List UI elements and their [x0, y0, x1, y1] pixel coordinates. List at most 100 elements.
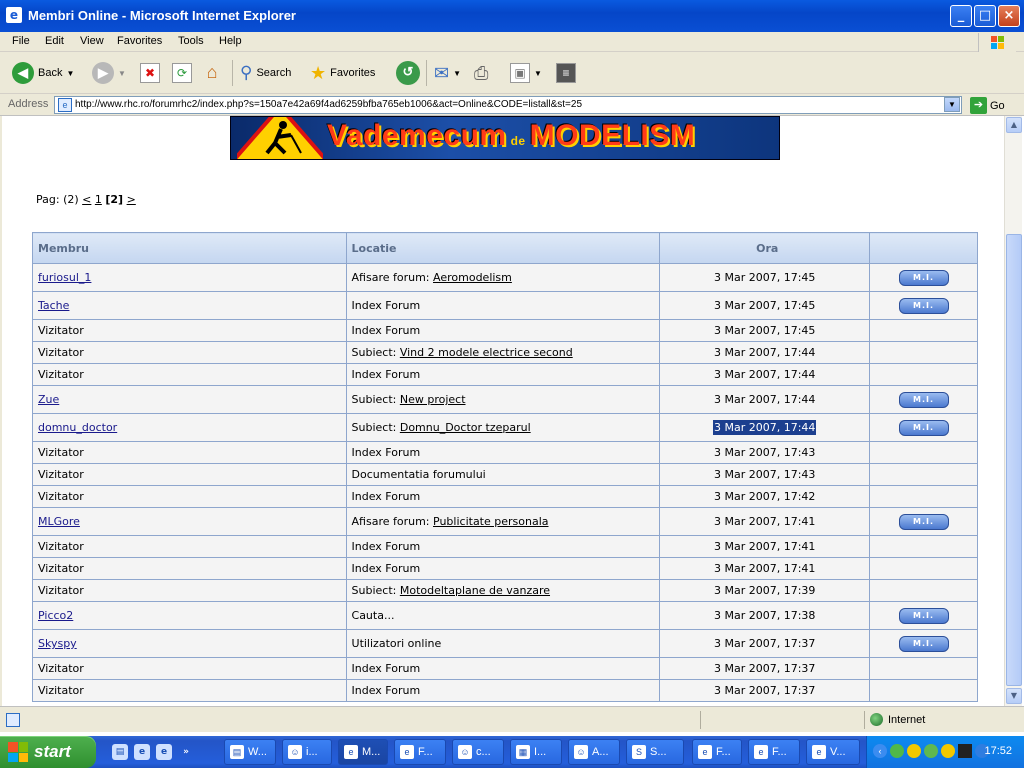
- ie-quicklaunch-icon[interactable]: e: [134, 744, 150, 760]
- menu-file[interactable]: File: [12, 35, 30, 47]
- member-name: Vizitator: [38, 662, 84, 675]
- location-link[interactable]: New project: [400, 393, 466, 406]
- taskbar-button[interactable]: ▦ I...: [510, 739, 562, 765]
- member-link[interactable]: Tache: [38, 299, 69, 312]
- taskbar-button[interactable]: e F...: [692, 739, 742, 765]
- menu-tools[interactable]: Tools: [178, 35, 204, 47]
- tray-yahoo-icon[interactable]: [907, 744, 921, 758]
- search-button[interactable]: ⚲ Search: [240, 60, 291, 86]
- pagination-prev[interactable]: <: [82, 193, 91, 206]
- go-button[interactable]: ➔ Go: [970, 97, 1005, 114]
- forward-dropdown-icon[interactable]: ▼: [118, 69, 126, 78]
- home-button[interactable]: ⌂: [202, 60, 222, 86]
- menu-help[interactable]: Help: [219, 35, 242, 47]
- taskbar-button-label: I...: [534, 746, 547, 758]
- taskbar-button[interactable]: e M...: [338, 739, 388, 765]
- taskbar-button[interactable]: e F...: [748, 739, 800, 765]
- address-dropdown-icon[interactable]: ▼: [944, 97, 960, 112]
- taskbar-button[interactable]: S S...: [626, 739, 684, 765]
- location-link[interactable]: Aeromodelism: [433, 271, 512, 284]
- save-icon[interactable]: ▤: [112, 744, 128, 760]
- research-button[interactable]: ≡: [556, 60, 576, 86]
- member-name: Vizitator: [38, 684, 84, 697]
- zone-label: Internet: [888, 713, 926, 726]
- site-banner[interactable]: Vademecum de MODELISM: [230, 116, 780, 160]
- mi-button[interactable]: M.I.: [898, 269, 949, 286]
- tray-smiley-icon[interactable]: [941, 744, 955, 758]
- mi-button[interactable]: M.I.: [898, 419, 949, 436]
- history-button[interactable]: ↺: [396, 60, 420, 86]
- member-link[interactable]: Zue: [38, 393, 59, 406]
- mail-button[interactable]: ✉ ▼: [434, 60, 461, 86]
- menu-favorites[interactable]: Favorites: [117, 35, 162, 47]
- mi-button[interactable]: M.I.: [898, 513, 949, 530]
- location-text: Subiect:: [351, 346, 400, 359]
- taskbar-button[interactable]: ☺ A...: [568, 739, 620, 765]
- table-row: Vizitator Index Forum 3 Mar 2007, 17:37: [32, 657, 978, 680]
- window-titlebar[interactable]: e Membri Online - Microsoft Internet Exp…: [0, 0, 1024, 32]
- member-link[interactable]: furiosul_1: [38, 271, 91, 284]
- member-name: Vizitator: [38, 468, 84, 481]
- tray-monitor-icon[interactable]: [958, 744, 972, 758]
- location-link[interactable]: Domnu_Doctor tzeparul: [400, 421, 531, 434]
- stop-icon: ✖: [140, 63, 160, 83]
- toolbar: ◀ Back ▼ ▶ ▼ ✖ ⟳ ⌂ ⚲ Search ★ Favorites …: [0, 52, 1024, 94]
- menu-edit[interactable]: Edit: [45, 35, 64, 47]
- member-link[interactable]: Skyspy: [38, 637, 77, 650]
- maximize-button[interactable]: □: [974, 5, 996, 27]
- taskbar-button[interactable]: e V...: [806, 739, 860, 765]
- ie-alt-icon[interactable]: e: [156, 744, 172, 760]
- mail-dropdown-icon[interactable]: ▼: [453, 69, 461, 78]
- table-row: Vizitator Subiect: Vind 2 modele electric…: [32, 341, 978, 364]
- mi-button[interactable]: M.I.: [898, 607, 949, 624]
- pagination-next[interactable]: >: [127, 193, 136, 206]
- time-cell: 3 Mar 2007, 17:44: [659, 413, 871, 442]
- member-cell: MLGore: [32, 507, 347, 536]
- menu-view[interactable]: View: [80, 35, 104, 47]
- member-link[interactable]: Picco2: [38, 609, 73, 622]
- start-button[interactable]: start: [0, 736, 96, 768]
- scroll-up-icon[interactable]: ▲: [1006, 117, 1022, 133]
- taskbar-button[interactable]: ▤ W...: [224, 739, 276, 765]
- mi-button[interactable]: M.I.: [898, 297, 949, 314]
- close-button[interactable]: ×: [998, 5, 1020, 27]
- forward-button[interactable]: ▶ ▼: [92, 60, 126, 86]
- taskbar-button[interactable]: e F...: [394, 739, 446, 765]
- mi-button[interactable]: M.I.: [898, 391, 949, 408]
- table-row: Vizitator Subiect: Motodeltaplane de vanz…: [32, 579, 978, 602]
- edit-dropdown-icon[interactable]: ▼: [534, 69, 542, 78]
- member-cell: domnu_doctor: [32, 413, 347, 442]
- location-link[interactable]: Publicitate personala: [433, 515, 548, 528]
- back-button[interactable]: ◀ Back ▼: [12, 60, 74, 86]
- security-zone[interactable]: Internet: [870, 713, 925, 726]
- scroll-thumb[interactable]: [1006, 234, 1022, 686]
- favorites-button[interactable]: ★ Favorites: [310, 60, 375, 86]
- tray-arrow-icon[interactable]: ‹: [873, 744, 887, 758]
- mi-button[interactable]: M.I.: [898, 635, 949, 652]
- tray-network-icon[interactable]: [924, 744, 938, 758]
- vertical-scrollbar[interactable]: ▲ ▼: [1004, 116, 1022, 706]
- edit-button[interactable]: ▣ ▼: [510, 60, 542, 86]
- location-text: Subiect:: [351, 584, 400, 597]
- stop-button[interactable]: ✖: [140, 60, 160, 86]
- print-button[interactable]: ⎙: [474, 60, 488, 86]
- taskbar-button[interactable]: ☺ c...: [452, 739, 504, 765]
- table-row: Vizitator Index Forum 3 Mar 2007, 17:42: [32, 485, 978, 508]
- location-link[interactable]: Vind 2 modele electrice second: [400, 346, 573, 359]
- location-link[interactable]: Motodeltaplane de vanzare: [400, 584, 550, 597]
- back-dropdown-icon[interactable]: ▼: [66, 69, 74, 78]
- clock[interactable]: 17:52: [984, 745, 1012, 757]
- chevron-icon[interactable]: »: [178, 744, 194, 760]
- member-link[interactable]: domnu_doctor: [38, 421, 117, 434]
- taskbar-button[interactable]: ☺ i...: [282, 739, 332, 765]
- minimize-button[interactable]: _: [950, 5, 972, 27]
- pagination-page-1[interactable]: 1: [95, 193, 102, 206]
- tray-messenger-icon[interactable]: [890, 744, 904, 758]
- refresh-button[interactable]: ⟳: [172, 60, 192, 86]
- member-link[interactable]: MLGore: [38, 515, 80, 528]
- address-input[interactable]: e http://www.rhc.ro/forumrhc2/index.php?…: [54, 96, 962, 114]
- time-cell: 3 Mar 2007, 17:38: [659, 601, 871, 630]
- time-text: 3 Mar 2007, 17:41: [713, 540, 816, 553]
- scroll-down-icon[interactable]: ▼: [1006, 688, 1022, 704]
- menu-bar: File Edit View Favorites Tools Help: [0, 32, 1024, 52]
